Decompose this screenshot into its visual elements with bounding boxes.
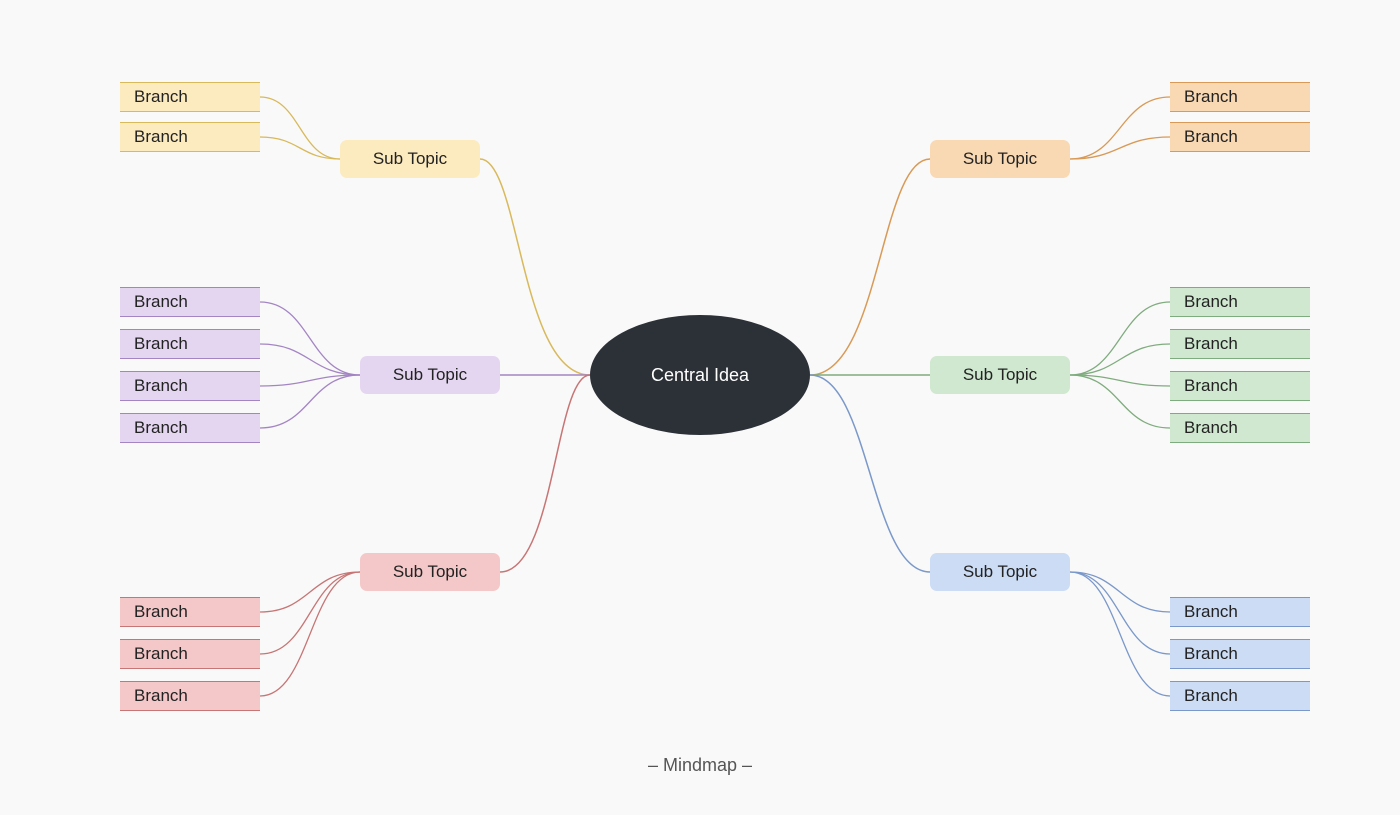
subtopic-tr[interactable]: Sub Topic (930, 140, 1070, 178)
branch-label: Branch (134, 686, 188, 706)
branch-label: Branch (134, 644, 188, 664)
branch-bl-1[interactable]: Branch (120, 639, 260, 669)
subtopic-br[interactable]: Sub Topic (930, 553, 1070, 591)
branch-label: Branch (1184, 292, 1238, 312)
branch-ml-2[interactable]: Branch (120, 371, 260, 401)
branch-mr-3[interactable]: Branch (1170, 413, 1310, 443)
branch-tr-1[interactable]: Branch (1170, 122, 1310, 152)
branch-mr-0[interactable]: Branch (1170, 287, 1310, 317)
diagram-caption: – Mindmap – (0, 755, 1400, 776)
branch-label: Branch (134, 376, 188, 396)
branch-tr-0[interactable]: Branch (1170, 82, 1310, 112)
branch-label: Branch (134, 127, 188, 147)
branch-br-1[interactable]: Branch (1170, 639, 1310, 669)
branch-label: Branch (1184, 127, 1238, 147)
branch-label: Branch (1184, 376, 1238, 396)
branch-ml-3[interactable]: Branch (120, 413, 260, 443)
branch-label: Branch (1184, 686, 1238, 706)
branch-label: Branch (134, 87, 188, 107)
mindmap-canvas: Central Idea Sub Topic Branch Branch Sub… (0, 0, 1400, 815)
branch-label: Branch (1184, 602, 1238, 622)
branch-mr-2[interactable]: Branch (1170, 371, 1310, 401)
central-label: Central Idea (651, 365, 749, 386)
branch-bl-0[interactable]: Branch (120, 597, 260, 627)
subtopic-tl[interactable]: Sub Topic (340, 140, 480, 178)
branch-tl-1[interactable]: Branch (120, 122, 260, 152)
subtopic-mr[interactable]: Sub Topic (930, 356, 1070, 394)
branch-tl-0[interactable]: Branch (120, 82, 260, 112)
subtopic-label: Sub Topic (393, 365, 467, 385)
branch-br-2[interactable]: Branch (1170, 681, 1310, 711)
subtopic-label: Sub Topic (963, 562, 1037, 582)
branch-ml-1[interactable]: Branch (120, 329, 260, 359)
branch-label: Branch (1184, 87, 1238, 107)
subtopic-ml[interactable]: Sub Topic (360, 356, 500, 394)
branch-mr-1[interactable]: Branch (1170, 329, 1310, 359)
subtopic-label: Sub Topic (373, 149, 447, 169)
branch-br-0[interactable]: Branch (1170, 597, 1310, 627)
branch-label: Branch (134, 418, 188, 438)
branch-label: Branch (1184, 334, 1238, 354)
branch-label: Branch (134, 334, 188, 354)
subtopic-label: Sub Topic (963, 365, 1037, 385)
branch-ml-0[interactable]: Branch (120, 287, 260, 317)
branch-bl-2[interactable]: Branch (120, 681, 260, 711)
central-node[interactable]: Central Idea (590, 315, 810, 435)
branch-label: Branch (134, 602, 188, 622)
branch-label: Branch (1184, 418, 1238, 438)
branch-label: Branch (134, 292, 188, 312)
branch-label: Branch (1184, 644, 1238, 664)
subtopic-label: Sub Topic (963, 149, 1037, 169)
subtopic-label: Sub Topic (393, 562, 467, 582)
subtopic-bl[interactable]: Sub Topic (360, 553, 500, 591)
